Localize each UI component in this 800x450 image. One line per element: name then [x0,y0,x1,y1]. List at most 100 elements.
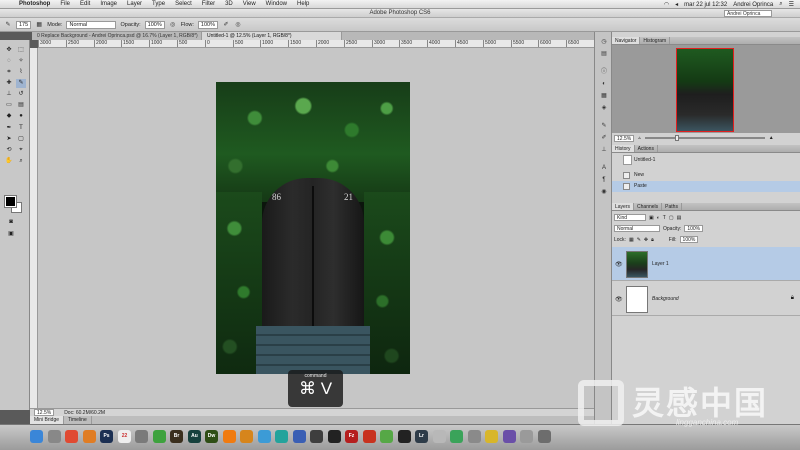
dock-app-black-icon[interactable] [398,430,411,443]
tab-mini-bridge[interactable]: Mini Bridge [30,416,65,424]
opacity-field[interactable]: 100% [144,20,165,29]
lock-all-icon[interactable]: 🔒︎ [651,237,654,243]
brush-panel-icon[interactable]: ▦ [35,21,43,29]
3d-panel-icon[interactable]: ◉ [599,188,609,197]
flow-field[interactable]: 100% [197,20,218,29]
shape-tool-icon[interactable]: ▢ [16,135,26,144]
pen-tool-icon[interactable]: ✒ [4,124,14,133]
wifi-icon[interactable]: ◠ [664,1,669,8]
menu-filter[interactable]: Filter [197,1,220,7]
clone-stamp-tool-icon[interactable]: ⊥ [4,90,14,99]
menu-type[interactable]: Type [147,1,170,7]
dodge-tool-icon[interactable]: ● [16,112,26,121]
mode-select[interactable]: Normal [66,20,117,29]
navigator-zoom-slider[interactable] [644,135,765,141]
brush-size-field[interactable]: 175 [16,20,32,29]
menu-window[interactable]: Window [261,1,292,7]
layer-lock-icon[interactable]: 🔒︎ [791,295,794,302]
menubar-user[interactable]: Andrei Oprinca [733,2,773,8]
brush-presets-icon[interactable]: ✐ [599,134,609,143]
dock-vlc-icon[interactable] [223,430,236,443]
lock-transparent-icon[interactable]: ▦ [629,237,634,243]
workspace-switcher[interactable]: Andrei Oprinca [724,10,772,17]
fill-field[interactable]: 100% [679,236,699,243]
3d-camera-tool-icon[interactable]: ⌖ [16,146,26,155]
dock-app-blue-icon[interactable] [293,430,306,443]
tab-untitled-1[interactable]: Untitled-1 @ 12.5% (Layer 1, RGB/8*) [202,32,342,40]
tab-layers[interactable]: Layers [612,203,635,210]
status-zoom-field[interactable]: 12.5% [34,409,55,416]
tab-navigator[interactable]: Navigator [612,37,641,44]
zoom-in-icon[interactable]: ▲ [769,133,774,143]
tab-paths[interactable]: Paths [662,203,682,210]
status-doc-size[interactable]: Doc: 60.2M/60.2M [64,409,105,416]
layer-name[interactable]: Background [652,296,679,302]
dock-app-green-icon[interactable] [380,430,393,443]
3d-tool-icon[interactable]: ⟲ [4,146,14,155]
dock-app-purple-icon[interactable] [503,430,516,443]
move-tool-icon[interactable]: ✥ [4,46,14,55]
dock-downloads-icon[interactable] [538,430,551,443]
eyedropper-tool-icon[interactable]: ⌇ [16,68,26,77]
navigator-zoom-knob[interactable] [674,135,679,141]
dock-dreamweaver-icon[interactable]: Dw [205,430,218,443]
history-item-new[interactable]: New [612,170,800,181]
hand-tool-icon[interactable]: ✋ [4,157,14,166]
filter-adjust-icon[interactable]: ◐ [657,215,660,221]
layer-filter-kind[interactable]: Kind [614,214,646,221]
menu-select[interactable]: Select [170,1,197,7]
layer-opacity-field[interactable]: 100% [684,225,704,232]
gradient-tool-icon[interactable]: ▤ [16,101,26,110]
dock-calendar-icon[interactable]: 22 [118,430,131,443]
menu-layer[interactable]: Layer [122,1,147,7]
history-item-paste[interactable]: Paste [612,181,800,192]
notifications-icon[interactable]: ☰ [789,1,794,8]
paragraph-panel-icon[interactable]: ¶ [599,176,609,185]
lock-pixels-icon[interactable]: ✎ [637,237,641,243]
dock-audition-icon[interactable]: Au [188,430,201,443]
brush-tool-icon[interactable]: ✎ [4,21,12,29]
swatches-panel-icon[interactable]: ▦ [599,92,609,101]
marquee-tool-icon[interactable]: ⬚ [16,46,26,55]
brush-panel-icon-strip[interactable]: ✎ [599,122,609,131]
layer-name[interactable]: Layer 1 [652,261,669,267]
lock-position-icon[interactable]: ✥ [644,237,648,243]
brush-tool-icon-active[interactable]: ✎ [16,79,26,88]
menu-image[interactable]: Image [95,1,122,7]
dock-safari-icon[interactable] [258,430,271,443]
vertical-ruler[interactable] [30,48,38,408]
layer-row-layer-1[interactable]: 👁︎ Layer 1 [612,247,800,281]
dock-app-green-2-icon[interactable] [450,430,463,443]
menu-app[interactable]: Photoshop [14,1,55,7]
dock-app-teal-icon[interactable] [275,430,288,443]
foreground-color-swatch[interactable] [4,195,17,208]
pressure-opacity-icon[interactable]: ◎ [169,21,177,29]
dock-chrome-icon[interactable] [65,430,78,443]
screen-mode-icon[interactable]: ▣ [6,230,16,239]
history-panel-icon[interactable]: ◷ [599,38,609,47]
dock-spotify-icon[interactable] [153,430,166,443]
properties-panel-icon[interactable]: ▤ [599,50,609,59]
dock-app-gray-2-icon[interactable] [520,430,533,443]
menu-3d[interactable]: 3D [220,1,238,7]
dock-terminal-icon[interactable] [328,430,341,443]
zoom-out-icon[interactable]: ▵ [638,133,641,143]
quick-mask-icon[interactable]: ◙ [6,218,16,227]
tab-replace-background[interactable]: 0 Replace Background - Andrei Oprinca.ps… [32,32,202,40]
tab-histogram[interactable]: Histogram [640,37,671,44]
layer-row-background[interactable]: 👁︎ Background 🔒︎ [612,282,800,316]
dock-filezilla-icon[interactable]: Fz [345,430,358,443]
canvas-area[interactable]: 86 21 command ⌘ V [38,48,594,408]
menu-view[interactable]: View [238,1,261,7]
blur-tool-icon[interactable]: ◆ [4,112,14,121]
navigator-preview[interactable] [612,45,800,133]
dock-app-dots-icon[interactable] [433,430,446,443]
horizontal-ruler[interactable]: 3000 2500 2000 1500 1000 500 0 500 1000 1500 2000 2… [38,40,594,48]
visibility-eye-icon[interactable]: 👁︎ [615,296,623,303]
dock-bridge-icon[interactable]: Br [170,430,183,443]
history-snapshot[interactable]: Untitled-1 [612,153,800,167]
tab-history[interactable]: History [612,145,635,152]
dock-lightroom-icon[interactable]: Lr [415,430,428,443]
menubar-clock[interactable]: mar 22 jul 12:32 [684,2,727,8]
lasso-tool-icon[interactable]: ◌ [4,57,14,66]
